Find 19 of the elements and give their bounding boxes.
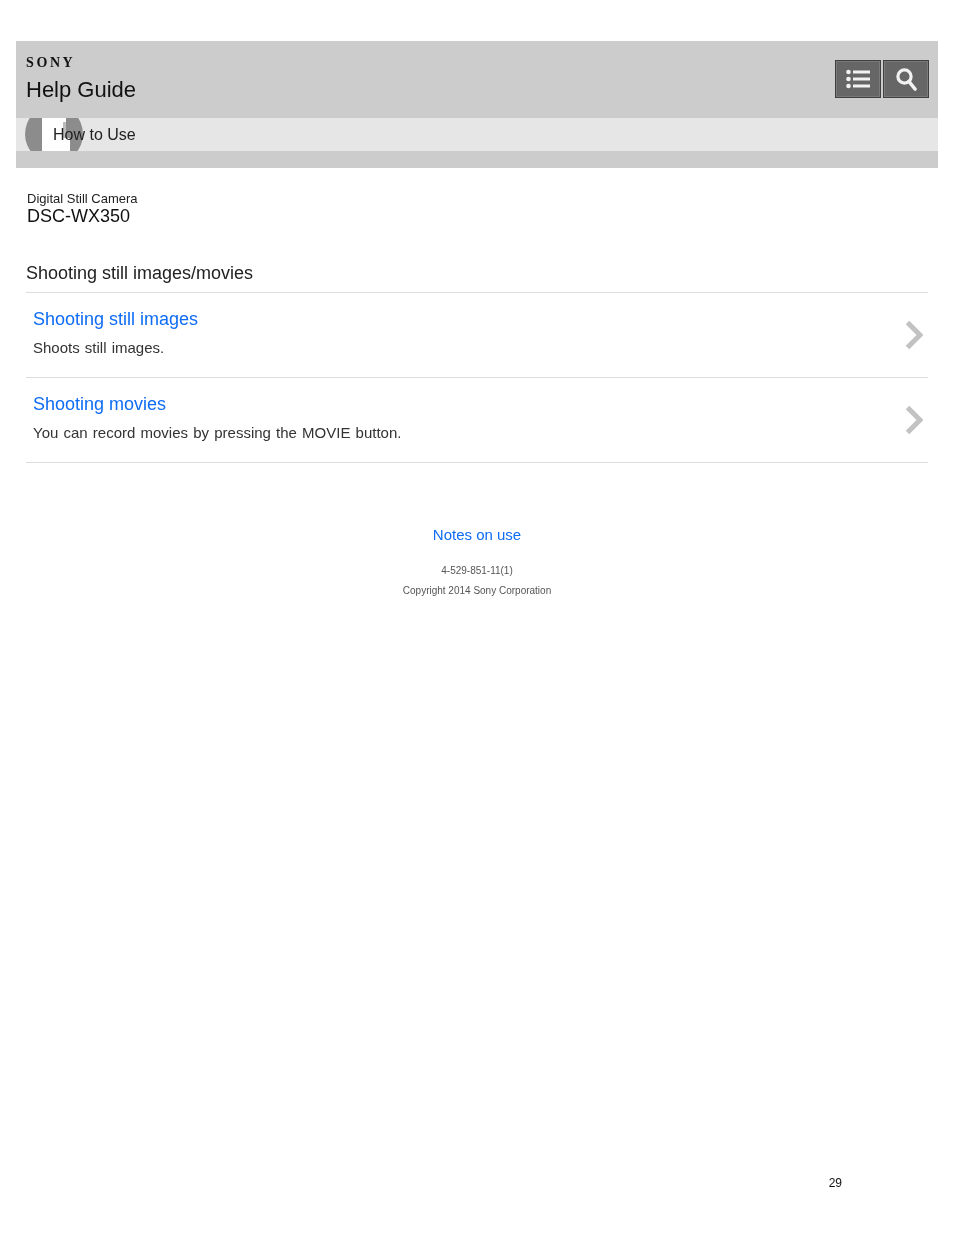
notes-link[interactable]: Notes on use: [432, 526, 522, 544]
chevron-right-icon: [905, 405, 923, 435]
copyright-text: Copyright 2014 Sony Corporation: [402, 585, 552, 597]
page-number: 29: [828, 1176, 842, 1190]
search-button[interactable]: [883, 60, 929, 98]
topic-description: You can record movies by pressing the MOVIE button.: [33, 423, 402, 442]
search-icon: [895, 67, 917, 91]
product-category: Digital Still Camera: [27, 191, 139, 206]
contents-button[interactable]: [835, 60, 881, 98]
topic-link[interactable]: Shooting movies: [33, 392, 167, 415]
brand-logo: SONY: [26, 55, 76, 71]
list-icon: [846, 69, 870, 89]
chevron-right-icon: [905, 320, 923, 350]
section-heading: Shooting still images/movies: [26, 262, 928, 293]
topic-link[interactable]: Shooting still images: [33, 307, 199, 330]
document-code: 4-529-851-11(1): [441, 565, 513, 577]
guide-title: Help Guide: [26, 77, 137, 103]
topic-description: Shoots still images.: [33, 338, 165, 357]
product-model: DSC-WX350: [27, 206, 132, 226]
